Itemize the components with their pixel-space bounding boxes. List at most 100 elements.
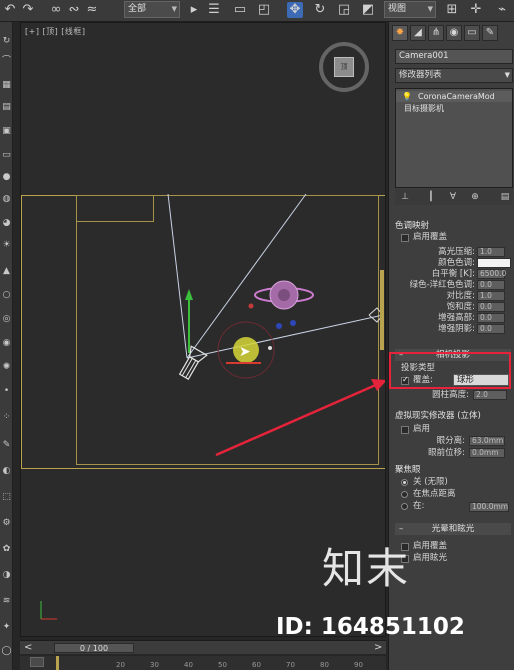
undo-icon[interactable]: ↷	[20, 2, 36, 18]
remove-modifier-icon[interactable]: ⊕	[469, 191, 481, 203]
dot-blue	[276, 323, 282, 329]
tone-row-label: 颜色色调:	[438, 258, 475, 268]
world-icon[interactable]: ◯	[1, 646, 12, 657]
geosphere-icon[interactable]: ◉	[1, 338, 12, 349]
focus-at-spinner[interactable]: 100.0mm	[469, 502, 509, 512]
select-by-name-icon[interactable]: ☰	[206, 2, 222, 18]
time-cursor	[56, 656, 59, 670]
select-manipulate-icon[interactable]: ✛	[468, 2, 484, 18]
track-tick-label: 70	[286, 661, 295, 669]
wave-icon[interactable]: ≋	[1, 596, 12, 607]
stack-item-target-camera[interactable]: 目标摄影机	[396, 103, 444, 114]
grid-icon[interactable]: ▦	[1, 80, 12, 91]
bind-spacewarp-icon[interactable]: ≈	[84, 2, 100, 18]
tone-row-spinner[interactable]: 1.0	[477, 247, 505, 257]
cylinder-icon[interactable]: ◍	[1, 194, 12, 205]
plant-icon[interactable]: ✿	[1, 544, 12, 555]
focus-distance-radio[interactable]	[401, 491, 408, 498]
show-end-result-icon[interactable]: ┃	[425, 191, 437, 203]
make-unique-icon[interactable]: ∀	[447, 191, 459, 203]
pivot-icon[interactable]: ⊞	[444, 2, 460, 18]
focus-at-radio[interactable]	[401, 503, 408, 510]
sphere-icon[interactable]: ●	[1, 172, 12, 183]
reference-coord-value: 视图	[388, 4, 407, 14]
track-bar-menu-icon[interactable]	[30, 657, 44, 667]
tone-row-spinner[interactable]: 1.0	[477, 291, 505, 301]
move-icon[interactable]: ✥	[287, 2, 303, 18]
keyboard-shortcut-icon[interactable]: ⌁	[494, 2, 510, 18]
sun-icon[interactable]: ✺	[1, 362, 12, 373]
unlink-icon[interactable]: ∾	[66, 2, 82, 18]
track-tick-label: 90	[354, 661, 363, 669]
tone-row-spinner[interactable]: 0.0	[477, 313, 505, 323]
tab-hierarchy[interactable]: ⋔	[428, 25, 444, 41]
tab-display[interactable]: ▭	[464, 25, 480, 41]
cylinder-height-spinner[interactable]: 2.0	[473, 390, 507, 400]
dot-icon[interactable]: •	[1, 386, 12, 397]
layer-icon[interactable]: ▤	[1, 102, 12, 113]
command-panel-tabs: ✸ ◢ ⋔ ◉ ▭ ✎	[392, 25, 514, 43]
gear-icon[interactable]: ⚙	[1, 518, 12, 529]
window-crossing-icon[interactable]: ◰	[256, 2, 272, 18]
dots-icon[interactable]: ⁘	[1, 412, 12, 423]
object-name-field[interactable]: Camera001	[395, 49, 513, 64]
tone-enable-checkbox[interactable]	[401, 234, 409, 242]
scale-icon[interactable]: ◲	[336, 2, 352, 18]
tab-motion[interactable]: ◉	[446, 25, 462, 41]
dot-blue-2	[290, 320, 296, 326]
prev-arrow-icon[interactable]: <	[24, 642, 32, 653]
rect-selection-icon[interactable]: ▭	[232, 2, 248, 18]
select-icon[interactable]: ⬚	[1, 492, 12, 503]
pin-stack-icon[interactable]: ⊥	[399, 191, 411, 203]
place-icon[interactable]: ◩	[360, 2, 376, 18]
time-slider[interactable]: 0 / 100	[54, 643, 134, 653]
tone-row-spinner[interactable]: 0.0	[477, 302, 505, 312]
create-icon[interactable]: ↻	[1, 36, 12, 47]
reference-coord-dropdown[interactable]: 视图 ▼	[384, 1, 436, 18]
vr-enable-checkbox[interactable]	[401, 426, 409, 434]
fill-icon[interactable]: ◐	[1, 466, 12, 477]
bulb-icon[interactable]: 💡	[402, 91, 412, 102]
box-icon[interactable]: ▣	[1, 126, 12, 137]
tone-row-label: 高光压缩:	[438, 247, 475, 257]
plane-icon[interactable]: ▭	[1, 150, 12, 161]
focus-off-radio[interactable]	[401, 479, 408, 486]
bloom-rollout-header[interactable]: – 光晕和眩光	[395, 523, 511, 535]
tone-row-spinner[interactable]: 6500.0	[477, 269, 506, 279]
watermark-id: ID: 164851102	[276, 614, 465, 640]
shape-icon[interactable]: ⌒	[1, 56, 12, 67]
cone-icon[interactable]: ▲	[1, 266, 12, 277]
convergence-spinner[interactable]: 0.0mm	[469, 448, 505, 458]
light-icon[interactable]: ☀	[1, 240, 12, 251]
bloom-head-label: 光晕和眩光	[431, 524, 475, 534]
tab-utilities[interactable]: ✎	[482, 25, 498, 41]
selection-filter-dropdown[interactable]: 全部 ▼	[124, 1, 180, 18]
link-icon[interactable]: ∞	[48, 2, 64, 18]
tone-row-spinner[interactable]: 0.0	[477, 280, 505, 290]
select-object-icon[interactable]: ▸	[186, 2, 202, 18]
tone-color-swatch[interactable]	[477, 258, 511, 268]
tube-icon[interactable]: ◎	[1, 314, 12, 325]
brush-icon[interactable]: ✎	[1, 440, 12, 451]
rotate-icon[interactable]: ↻	[312, 2, 328, 18]
torus-icon[interactable]: ○	[1, 290, 12, 301]
stack-item-corona-label: CoronaCameraMod	[418, 92, 495, 101]
glare-enable-label: 启用眩光	[413, 553, 448, 563]
track-tick-label: 50	[218, 661, 227, 669]
eye-separation-spinner[interactable]: 63.0mm	[469, 436, 505, 446]
redo-icon[interactable]: ↶	[2, 2, 18, 18]
tone-row-spinner[interactable]: 0.0	[477, 324, 505, 334]
teapot-icon[interactable]: ◕	[1, 218, 12, 229]
material-icon[interactable]: ◑	[1, 570, 12, 581]
frustum-line-left	[167, 193, 188, 359]
next-arrow-icon[interactable]: >	[374, 642, 382, 653]
palette-icon[interactable]: ✦	[1, 622, 12, 633]
track-bar[interactable]: 20 30 40 50 60 70 80 90	[20, 656, 386, 670]
stack-item-corona-mod[interactable]: 💡 CoronaCameraMod	[396, 91, 512, 102]
tone-row-label: 增强阴影:	[438, 324, 475, 334]
dot-white	[268, 346, 272, 350]
tab-modify[interactable]: ◢	[410, 25, 426, 41]
configure-sets-icon[interactable]: ▤	[499, 191, 511, 203]
tab-create[interactable]: ✸	[392, 25, 408, 41]
modifier-list-dropdown[interactable]: 修改器列表 ▼	[395, 68, 513, 83]
